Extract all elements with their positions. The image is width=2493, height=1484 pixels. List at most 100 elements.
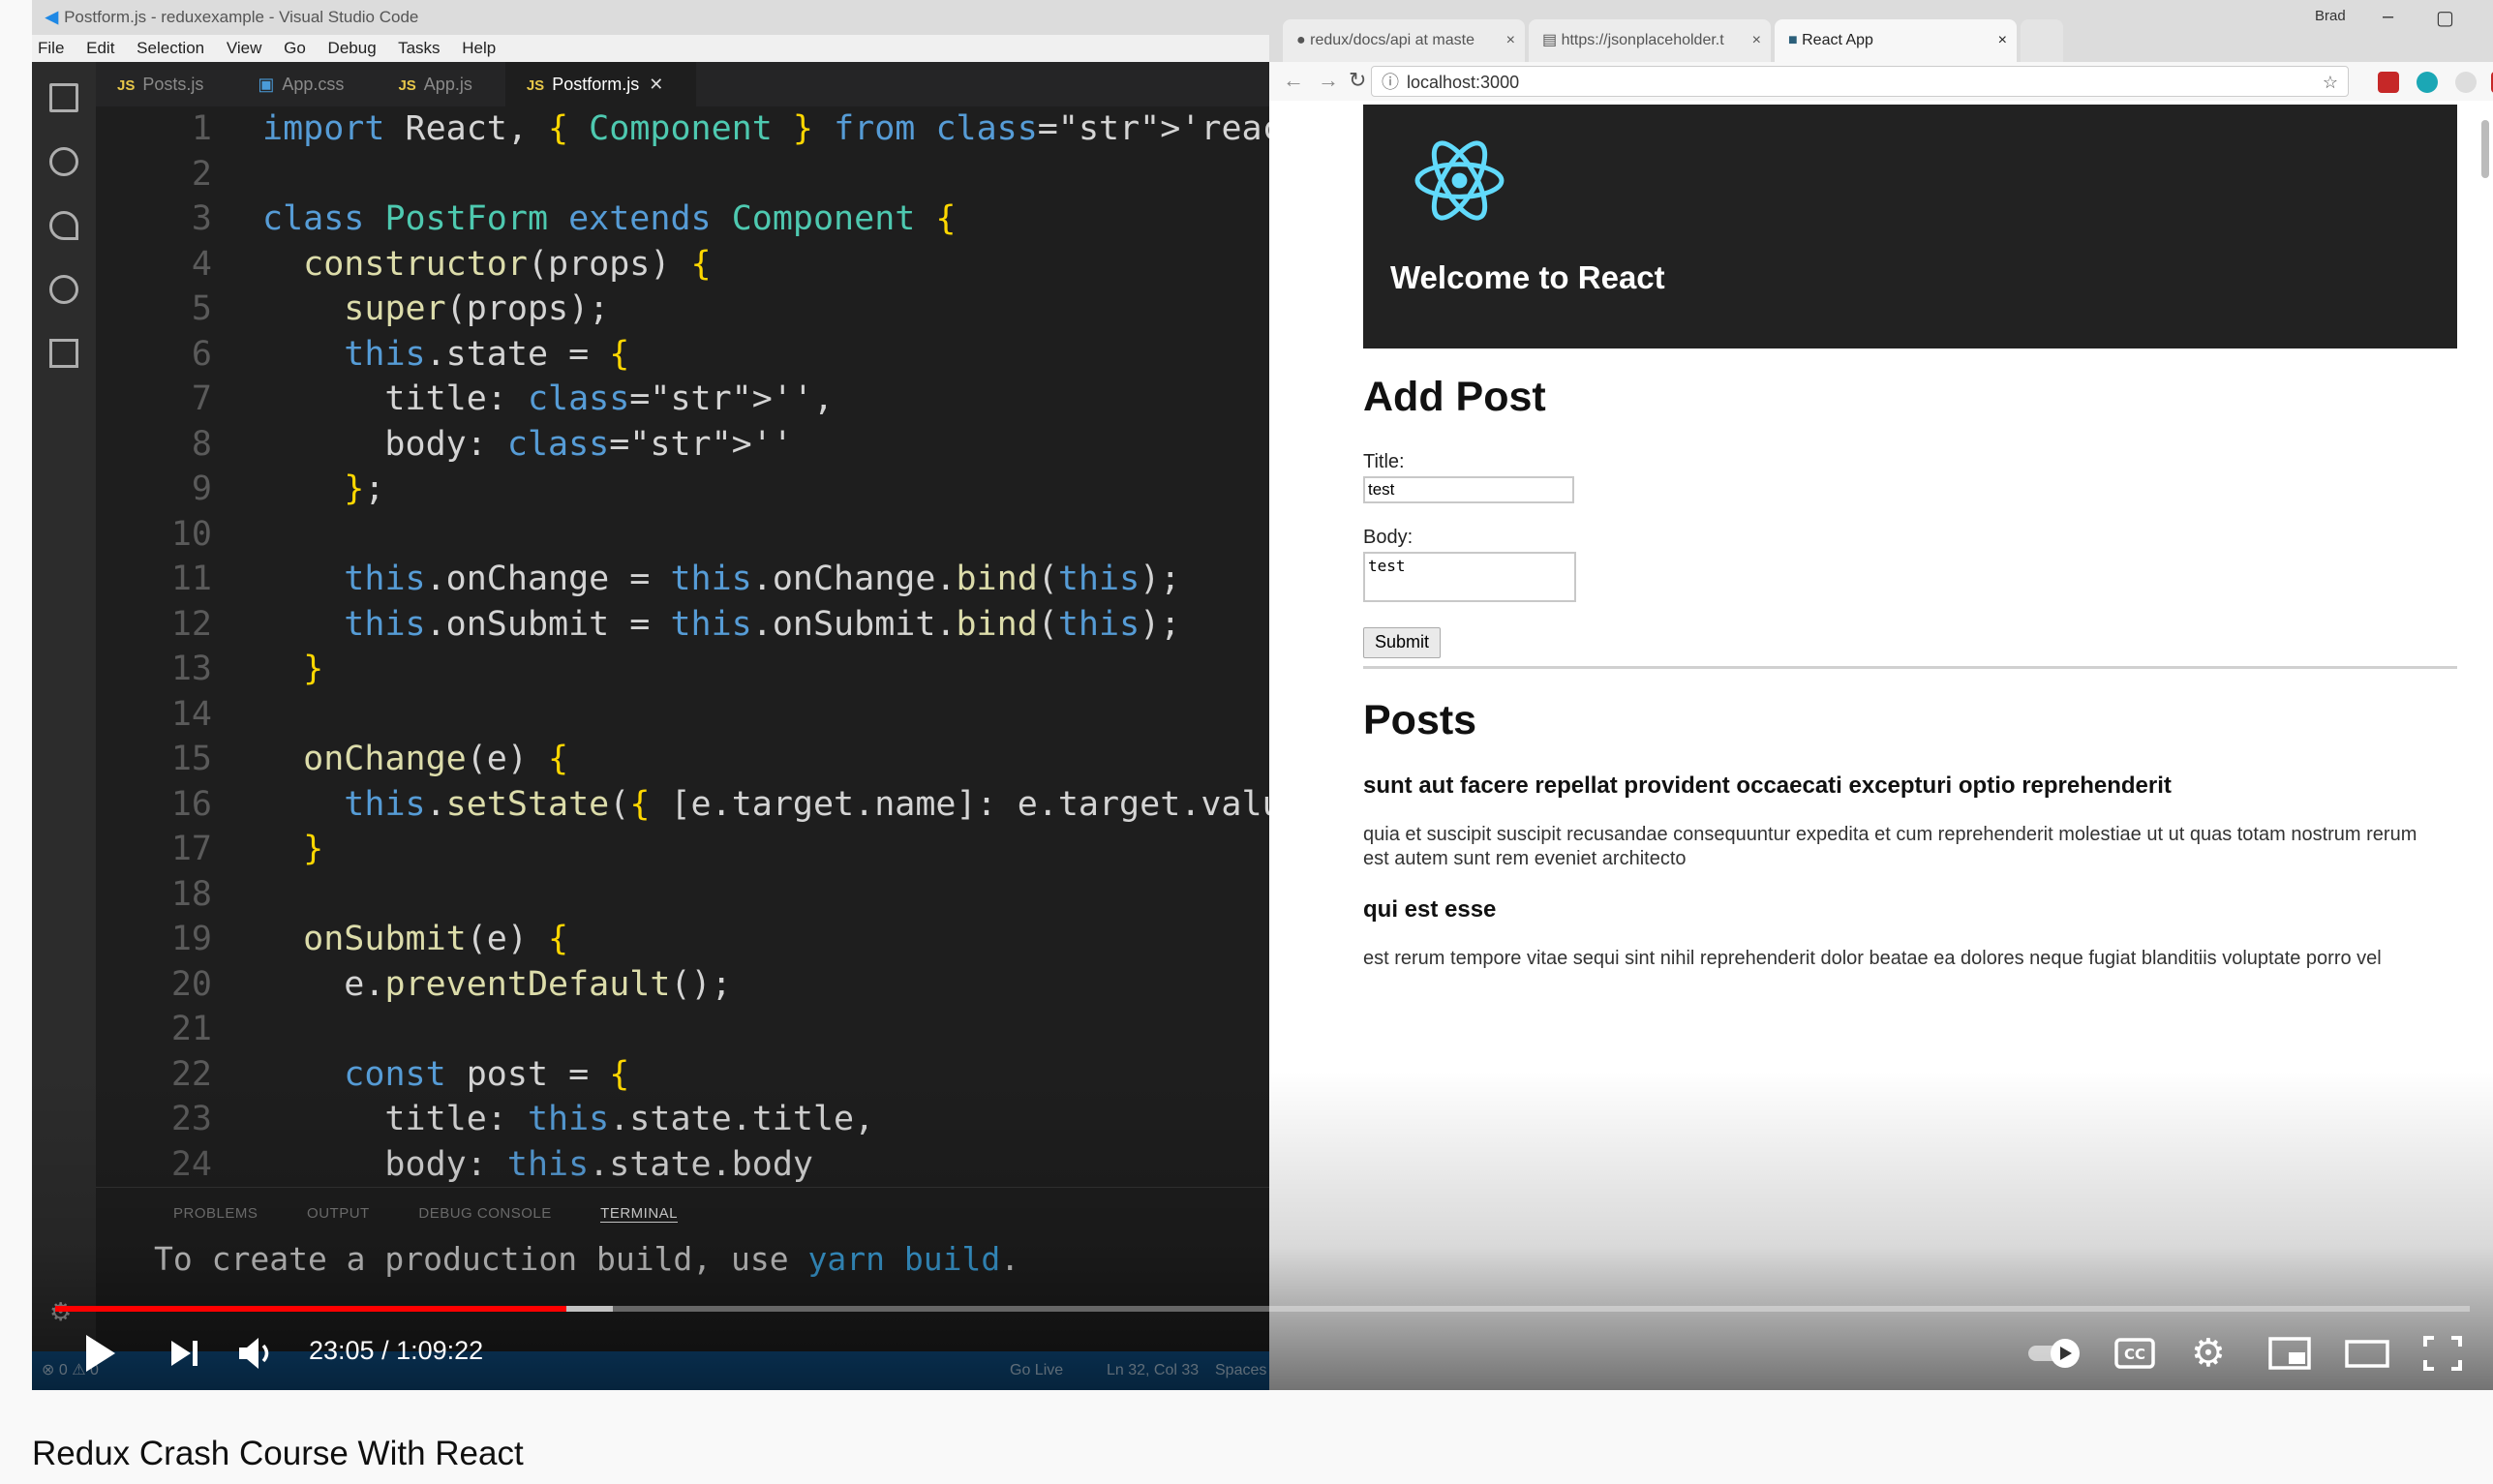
- explorer-icon[interactable]: [49, 83, 78, 112]
- new-tab-button[interactable]: [2021, 19, 2063, 62]
- tab-posts-js[interactable]: JS Posts.js: [96, 62, 236, 106]
- body-textarea[interactable]: test: [1363, 552, 1576, 602]
- line-number: 4: [191, 244, 212, 284]
- autoplay-toggle-icon[interactable]: [2026, 1331, 2086, 1376]
- debug-icon[interactable]: [49, 275, 78, 304]
- window-title: Postform.js - reduxexample - Visual Stud…: [64, 8, 419, 26]
- progress-bar[interactable]: [55, 1306, 2470, 1312]
- extension-icon[interactable]: [2378, 72, 2399, 93]
- vscode-title-bar: ◀ Postform.js - reduxexample - Visual Stu…: [32, 0, 1269, 35]
- extension-icon[interactable]: [2417, 72, 2438, 93]
- browser-tab-redux-docs[interactable]: ● redux/docs/api at maste ×: [1283, 19, 1525, 62]
- menu-go[interactable]: Go: [284, 39, 306, 57]
- submit-button[interactable]: Submit: [1363, 627, 1441, 658]
- code-line: 2: [96, 152, 262, 197]
- vscode-menu-bar: File Edit Selection View Go Debug Tasks …: [32, 35, 1269, 62]
- tab-app-css[interactable]: ▣ App.css: [236, 62, 377, 106]
- github-icon: ●: [1296, 32, 1311, 48]
- menu-help[interactable]: Help: [462, 39, 496, 57]
- theater-icon[interactable]: [2344, 1331, 2390, 1376]
- status-cursor-position[interactable]: Ln 32, Col 33: [1107, 1351, 1199, 1390]
- tab-app-js[interactable]: JS App.js: [377, 62, 504, 106]
- code-line: 9 };: [96, 467, 385, 511]
- next-icon[interactable]: [167, 1331, 202, 1376]
- gear-icon[interactable]: ⚙: [49, 1297, 72, 1327]
- close-tab-icon[interactable]: ×: [1998, 19, 2007, 62]
- body-label: Body:: [1363, 527, 1414, 548]
- page-scrollbar[interactable]: [2481, 120, 2489, 178]
- play-icon[interactable]: [80, 1331, 119, 1376]
- maximize-icon[interactable]: ▢: [2436, 6, 2454, 30]
- terminal-output[interactable]: To create a production build, use yarn b…: [154, 1240, 1019, 1278]
- line-number: 15: [170, 740, 212, 778]
- video-player[interactable]: ◀ Postform.js - reduxexample - Visual Stu…: [32, 0, 2493, 1390]
- code-line: 23 title: this.state.title,: [96, 1097, 874, 1141]
- line-number: 6: [191, 334, 212, 374]
- tab-postform-js[interactable]: JS Postform.js ✕: [504, 62, 697, 106]
- vscode-logo-icon: ◀: [46, 8, 59, 26]
- line-number: 24: [170, 1144, 212, 1184]
- menu-view[interactable]: View: [227, 39, 262, 57]
- status-spaces[interactable]: Spaces: [1215, 1351, 1266, 1390]
- tab-terminal[interactable]: TERMINAL: [600, 1205, 678, 1223]
- code-line: 11 this.onChange = this.onChange.bind(th…: [96, 557, 1180, 601]
- code-line: 24 body: this.state.body: [96, 1142, 813, 1187]
- status-go-live[interactable]: Go Live: [1010, 1351, 1063, 1390]
- css-file-icon: ▣: [258, 75, 275, 94]
- activity-bar: ⚙: [32, 62, 96, 1390]
- code-editor[interactable]: 1 import React, { Component } from class=…: [96, 106, 1384, 1187]
- line-number: 8: [191, 424, 212, 464]
- close-tab-icon[interactable]: ×: [1506, 19, 1515, 62]
- volume-icon[interactable]: [235, 1331, 280, 1376]
- close-tab-icon[interactable]: ✕: [649, 75, 663, 94]
- bookmark-star-icon[interactable]: ☆: [2323, 67, 2338, 98]
- line-number: 3: [191, 199, 212, 238]
- line-number: 7: [191, 379, 212, 418]
- browser-tab-react-app[interactable]: ■ React App ×: [1775, 19, 2017, 62]
- extension-icon[interactable]: [2455, 72, 2477, 93]
- tab-output[interactable]: OUTPUT: [307, 1205, 370, 1222]
- menu-debug[interactable]: Debug: [328, 39, 377, 57]
- source-control-icon[interactable]: [49, 211, 78, 240]
- settings-icon[interactable]: ⚙: [2191, 1331, 2226, 1376]
- panel-tabs: PROBLEMS OUTPUT DEBUG CONSOLE TERMINAL: [173, 1205, 722, 1223]
- url-field[interactable]: ⓘ localhost:3000 ☆: [1371, 66, 2349, 97]
- line-number: 16: [170, 784, 212, 824]
- reload-icon[interactable]: ↻: [1349, 68, 1366, 93]
- back-icon[interactable]: ←: [1283, 68, 1304, 93]
- line-number: 22: [170, 1054, 212, 1094]
- line-number: 12: [170, 604, 212, 644]
- miniplayer-icon[interactable]: [2266, 1331, 2313, 1376]
- tab-problems[interactable]: PROBLEMS: [173, 1205, 258, 1222]
- line-number: 13: [170, 650, 212, 688]
- post-body: quia et suscipit suscipit recusandae con…: [1363, 824, 2417, 869]
- js-file-icon: JS: [117, 77, 136, 94]
- close-tab-icon[interactable]: ×: [1752, 19, 1761, 62]
- search-icon[interactable]: [49, 147, 78, 176]
- post-body: est rerum tempore vitae sequi sint nihil…: [1363, 948, 2382, 969]
- forward-icon[interactable]: →: [1318, 68, 1339, 93]
- line-number: 1: [191, 109, 212, 148]
- browser-tab-jsonplaceholder[interactable]: ▤ https://jsonplaceholder.t ×: [1529, 19, 1771, 62]
- code-line: 8 body: class="str">'': [96, 422, 793, 467]
- react-favicon-icon: ■: [1788, 32, 1803, 48]
- menu-selection[interactable]: Selection: [137, 39, 204, 57]
- extensions-icon[interactable]: [49, 339, 78, 368]
- menu-file[interactable]: File: [38, 39, 64, 57]
- menu-edit[interactable]: Edit: [86, 39, 114, 57]
- minimize-icon[interactable]: –: [2383, 6, 2393, 28]
- profile-name[interactable]: Brad: [2315, 8, 2346, 24]
- menu-tasks[interactable]: Tasks: [398, 39, 440, 57]
- code-line: 19 onSubmit(e) {: [96, 917, 568, 961]
- status-bar: ⊗ 0 ⚠ 0 Go Live Ln 32, Col 33 Spaces: [32, 1351, 1269, 1390]
- line-number: 21: [170, 1010, 212, 1048]
- browser-tab-strip: ● redux/docs/api at maste × ▤ https://jso…: [1269, 0, 2493, 62]
- fullscreen-icon[interactable]: [2421, 1331, 2464, 1376]
- captions-icon[interactable]: CC: [2113, 1331, 2156, 1376]
- title-input[interactable]: test: [1363, 476, 1574, 503]
- code-line: 14: [96, 692, 262, 737]
- tab-debug-console[interactable]: DEBUG CONSOLE: [418, 1205, 551, 1222]
- line-number: 23: [170, 1100, 212, 1138]
- app-title: Welcome to React: [1390, 259, 1665, 295]
- divider: [1363, 666, 2457, 669]
